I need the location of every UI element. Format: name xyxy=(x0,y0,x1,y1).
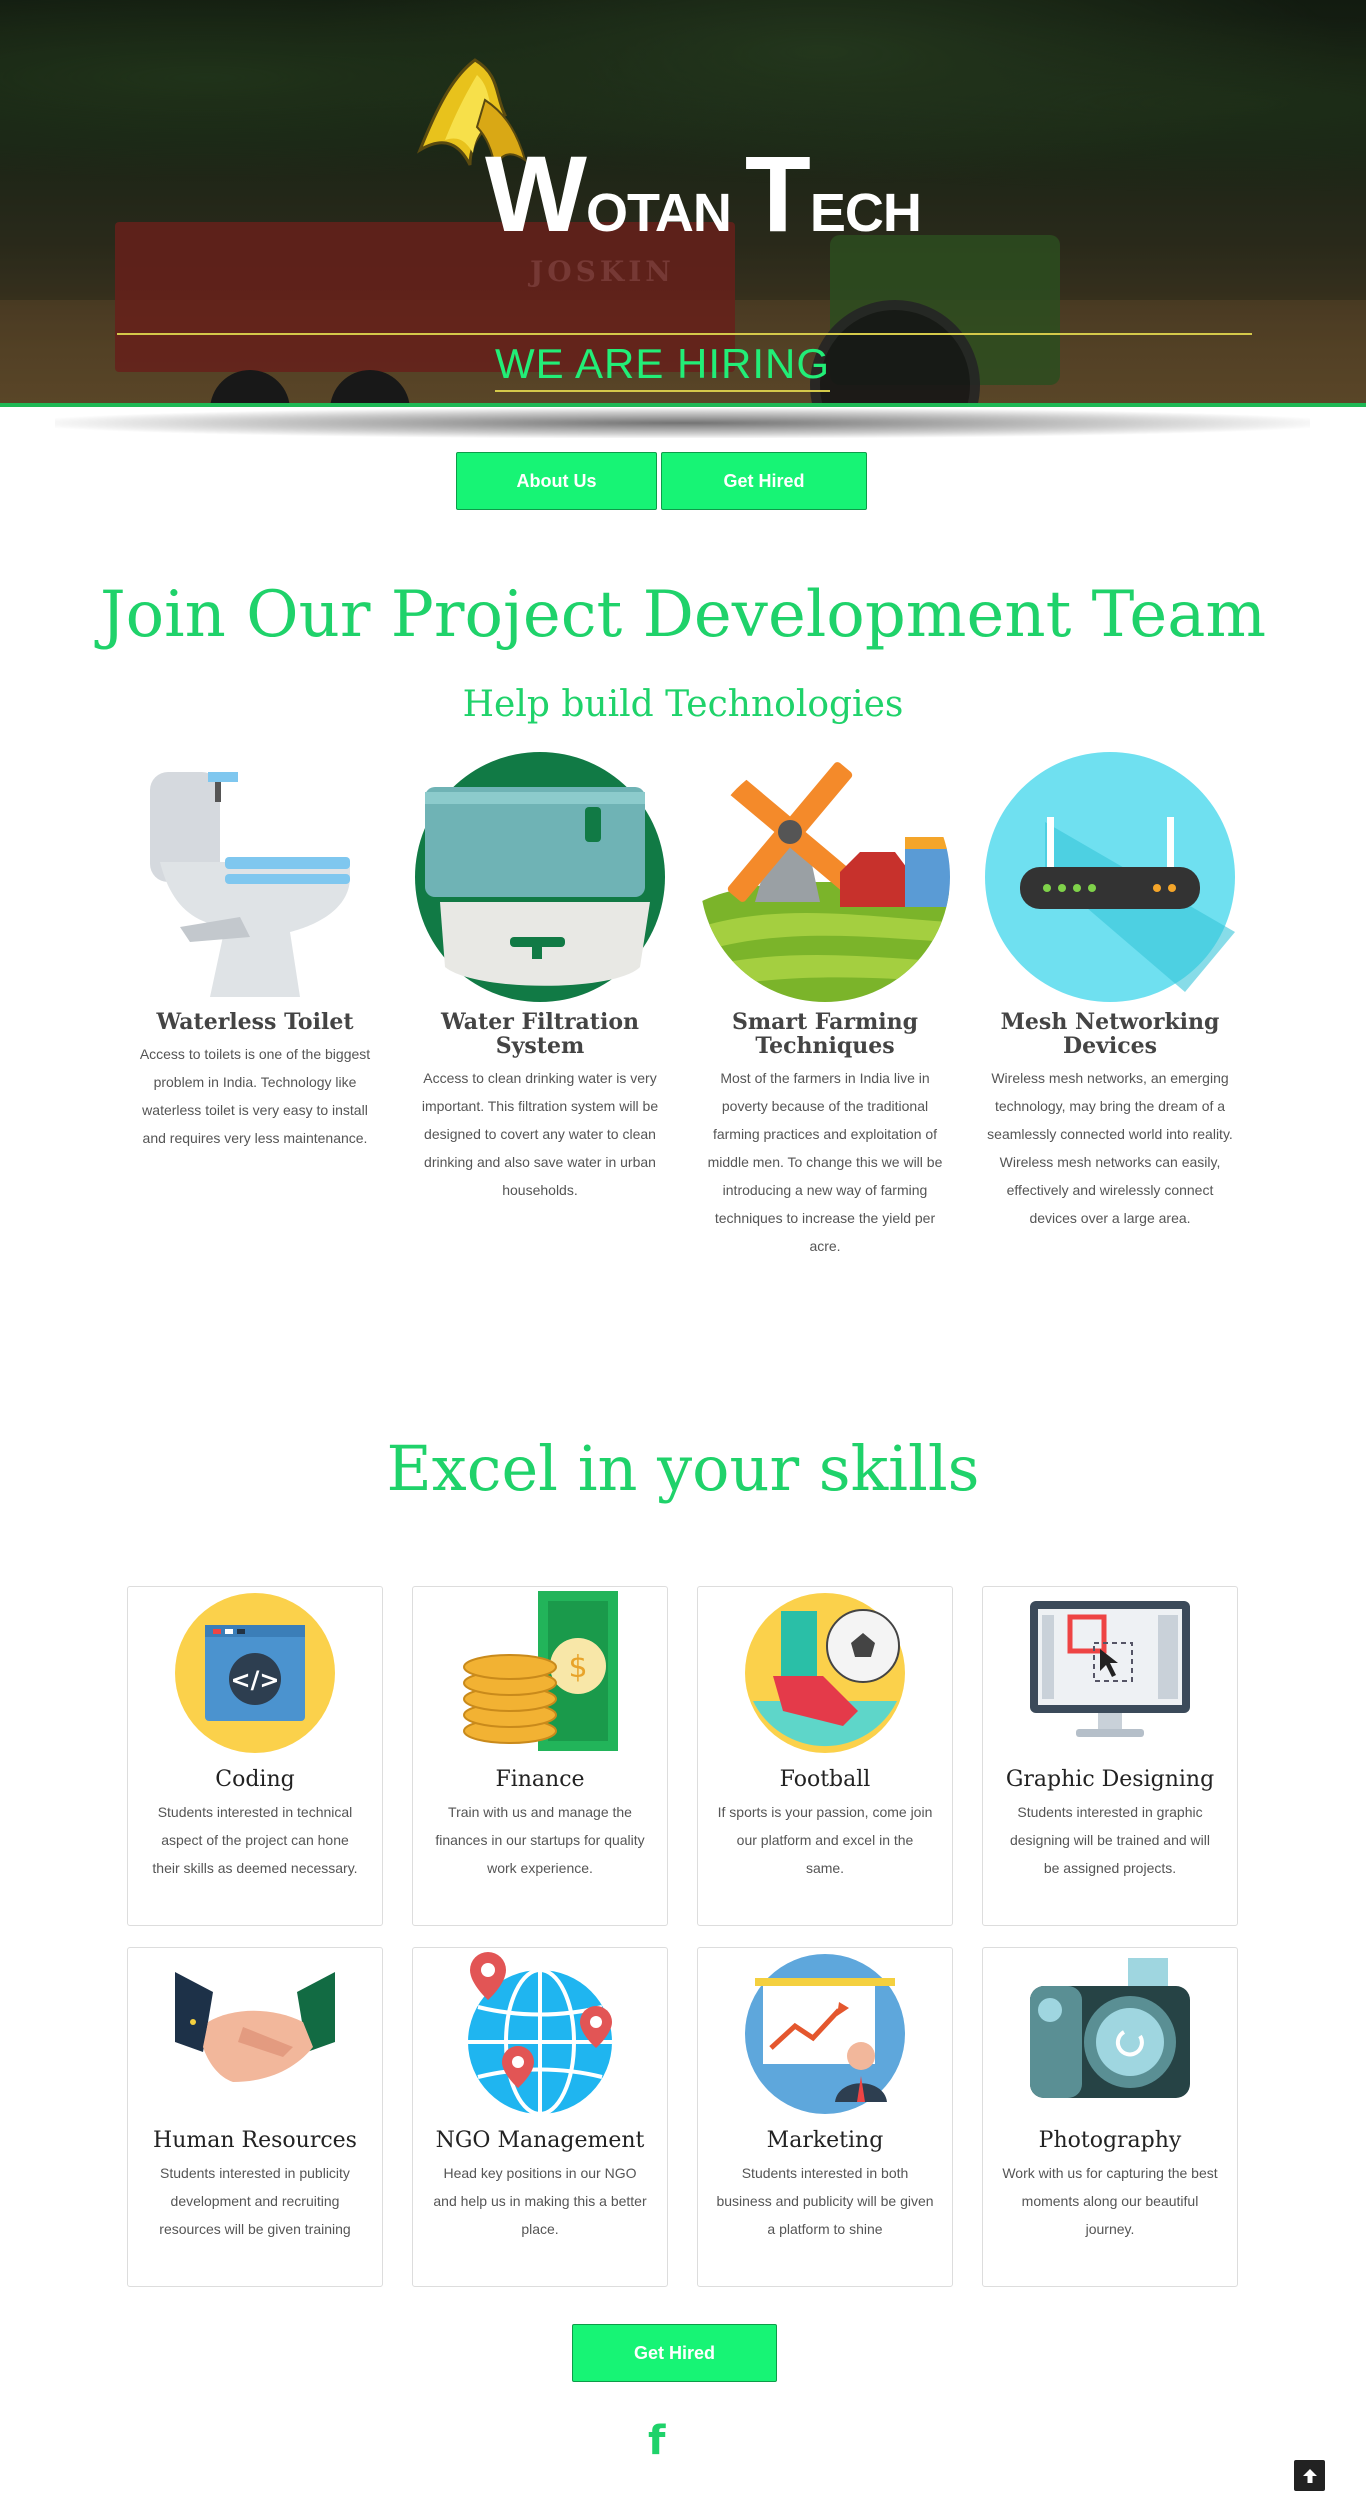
project-description: Wireless mesh networks, an emerging tech… xyxy=(987,1070,1233,1226)
project-title: Mesh Networking Devices xyxy=(1000,1009,1220,1059)
design-monitor-icon xyxy=(1028,1591,1192,1755)
skill-card: Graphic Designing Students interested in… xyxy=(982,1586,1238,1926)
project-title: Smart Farming Techniques xyxy=(731,1009,919,1059)
scroll-to-top-button[interactable] xyxy=(1294,2460,1325,2491)
project-description: Access to clean drinking water is very i… xyxy=(421,1070,659,1198)
skill-description: Students interested in technical aspect … xyxy=(152,1804,358,1876)
toilet-icon xyxy=(130,752,380,1002)
project-description: Access to toilets is one of the biggest … xyxy=(139,1046,371,1146)
skill-title: Human Resources xyxy=(153,2128,357,2153)
skill-card: $ Finance Train with us and manage the f… xyxy=(412,1586,668,1926)
camera-icon xyxy=(1028,1952,1192,2116)
skill-title: Football xyxy=(779,1767,871,1792)
skill-title: Marketing xyxy=(766,2128,884,2153)
skill-title: Finance xyxy=(495,1767,585,1792)
brand-letter-t: T xyxy=(744,133,811,254)
skill-title: Graphic Designing xyxy=(1005,1767,1215,1792)
skill-title: Coding xyxy=(215,1767,295,1792)
about-us-button[interactable]: About Us xyxy=(456,452,657,510)
svg-text:$: $ xyxy=(568,1650,587,1685)
router-icon xyxy=(985,752,1235,1002)
globe-pins-icon xyxy=(458,1952,622,2116)
brand-text-otan: OTAN xyxy=(585,183,745,243)
brand-wordmark: WOTAN TECH xyxy=(485,140,922,248)
handshake-icon xyxy=(173,1952,337,2116)
code-window-icon: </> xyxy=(173,1591,337,1755)
hero-divider xyxy=(117,333,1252,335)
get-hired-top-button[interactable]: Get Hired xyxy=(661,452,867,510)
skill-description: If sports is your passion, come join our… xyxy=(717,1804,933,1876)
skill-card: Photography Work with us for capturing t… xyxy=(982,1947,1238,2287)
skill-description: Work with us for capturing the best mome… xyxy=(1002,2165,1218,2237)
svg-text:</>: </> xyxy=(231,1666,280,1694)
skill-card: Marketing Students interested in both bu… xyxy=(697,1947,953,2287)
skill-card: Human Resources Students interested in p… xyxy=(127,1947,383,2287)
project-card: Smart Farming Techniques Most of the far… xyxy=(695,752,955,1260)
brand-logo[interactable]: WOTAN TECH xyxy=(415,55,922,255)
skills-title: Excel in your skills xyxy=(386,1432,980,1505)
facebook-icon[interactable]: f xyxy=(648,2418,665,2464)
skill-description: Students interested in graphic designing… xyxy=(1009,1804,1210,1876)
windmill-farm-icon xyxy=(700,752,950,1002)
projects-subtitle: Help build Technologies xyxy=(462,684,904,725)
hero-banner: JOSKIN WOTAN TECH WE ARE HIRING xyxy=(0,0,1366,407)
skill-description: Head key positions in our NGO and help u… xyxy=(433,2165,647,2237)
brand-letter-w: W xyxy=(485,133,587,254)
skill-title: Photography xyxy=(1038,2128,1182,2153)
project-title: Water Filtration System xyxy=(441,1009,639,1059)
arrow-up-icon xyxy=(1302,2468,1317,2483)
project-card: Water Filtration System Access to clean … xyxy=(410,752,670,1204)
project-description: Most of the farmers in India live in pov… xyxy=(707,1070,943,1254)
hero-shadow xyxy=(55,408,1310,438)
water-filter-icon xyxy=(415,752,665,1002)
project-title: Waterless Toilet xyxy=(156,1009,354,1035)
brand-text-ech: ECH xyxy=(809,183,922,243)
project-card: Waterless Toilet Access to toilets is on… xyxy=(125,752,385,1152)
hiring-headline: WE ARE HIRING xyxy=(495,340,831,392)
skill-card: Football If sports is your passion, come… xyxy=(697,1586,953,1926)
football-icon xyxy=(743,1591,907,1755)
get-hired-bottom-button[interactable]: Get Hired xyxy=(572,2324,777,2382)
skill-card: NGO Management Head key positions in our… xyxy=(412,1947,668,2287)
hero-bottom-bar xyxy=(0,403,1366,407)
coins-money-icon: $ xyxy=(458,1591,622,1755)
project-card: Mesh Networking Devices Wireless mesh ne… xyxy=(980,752,1240,1232)
skill-description: Students interested in publicity develop… xyxy=(159,2165,351,2237)
presentation-chart-icon xyxy=(743,1952,907,2116)
projects-title: Join Our Project Development Team xyxy=(99,578,1267,652)
skill-description: Students interested in both business and… xyxy=(716,2165,934,2237)
skill-card: </> Coding Students interested in techni… xyxy=(127,1586,383,1926)
skill-description: Train with us and manage the finances in… xyxy=(435,1804,645,1876)
skill-title: NGO Management xyxy=(435,2128,645,2153)
